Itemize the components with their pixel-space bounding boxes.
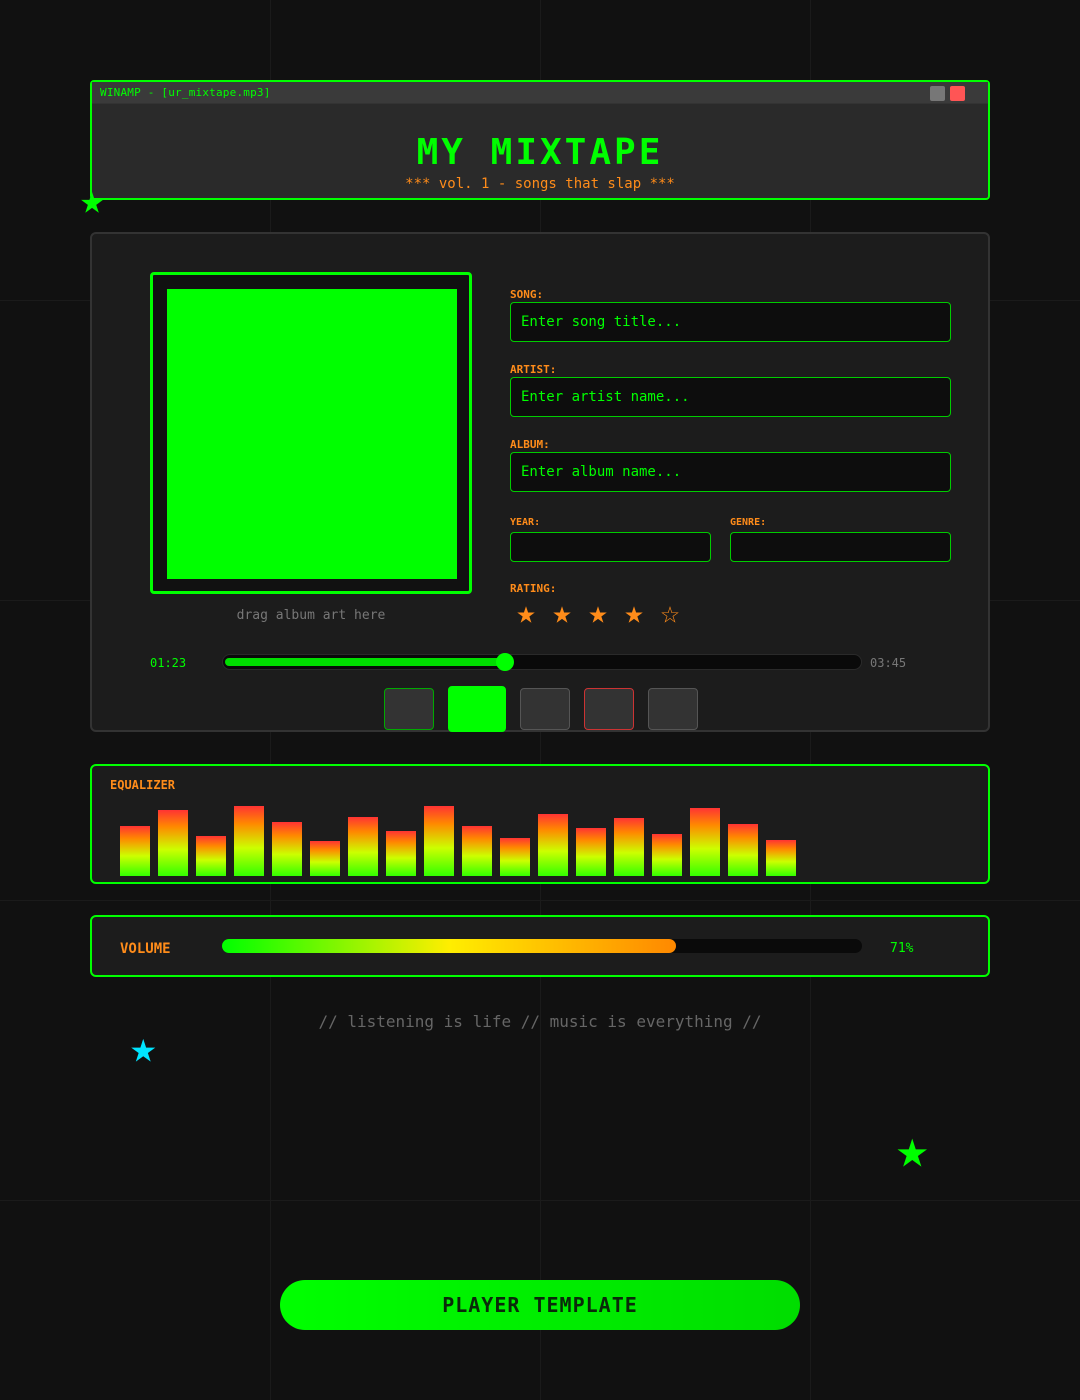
equalizer-bar [500,838,530,876]
progress-handle[interactable] [495,653,514,671]
volume-fill [222,939,677,953]
genre-label: GENRE: [730,517,767,528]
total-time: 03:45 [870,656,907,670]
equalizer-bar [272,822,302,876]
equalizer-bar [386,831,416,876]
player-template-button[interactable]: PLAYER TEMPLATE [280,1280,800,1330]
footer-quote: // listening is life // music is everyth… [318,1012,762,1031]
close-button[interactable] [950,86,965,101]
year-label: YEAR: [510,517,541,528]
volume-value: 71% [890,941,914,956]
equalizer-bar [614,818,644,876]
star-filled-icon[interactable]: ★ [582,596,614,628]
year-input[interactable] [510,532,711,562]
volume-slider[interactable] [222,939,862,953]
album-art-hint: drag album art here [236,608,386,623]
equalizer-bar [120,826,150,876]
prev-button[interactable] [384,688,434,730]
equalizer-bar [690,808,720,876]
equalizer-panel: EQUALIZER [90,764,990,884]
star-filled-icon[interactable]: ★ [546,596,578,628]
equalizer-bar [728,824,758,876]
window-title-bar[interactable]: WINAMP - [ur_mixtape.mp3] [92,82,988,104]
volume-label: VOLUME [120,941,171,957]
play-button[interactable] [448,686,506,732]
equalizer-bar [576,828,606,876]
title-window: WINAMP - [ur_mixtape.mp3] MY MIXTAPE ***… [90,80,990,200]
equalizer-bar [158,810,188,876]
page-subtitle: *** vol. 1 - songs that slap *** [405,176,675,192]
next-button[interactable] [648,688,698,730]
window-bar-title: WINAMP - [ur_mixtape.mp3] [100,86,271,99]
stop-button[interactable] [584,688,634,730]
album-art-dropzone[interactable] [150,272,472,594]
rating-stars[interactable]: ★ ★ ★ ★ ☆ [510,596,686,628]
star-empty-icon[interactable]: ☆ [654,596,686,628]
equalizer-bar [234,806,264,876]
equalizer-bar [196,836,226,876]
progress-track[interactable] [222,653,862,671]
page-title: MY MIXTAPE [416,132,664,173]
album-input[interactable] [510,452,951,492]
progress-fill [225,658,505,666]
star-icon: ★ [80,177,105,223]
song-label: SONG: [510,288,544,301]
album-art-placeholder [167,289,457,579]
minimize-button[interactable] [930,86,945,101]
equalizer-bar [424,806,454,876]
equalizer-bar [766,840,796,876]
current-time: 01:23 [150,656,187,670]
equalizer-bar [462,826,492,876]
grid-line [0,1200,1080,1201]
equalizer-bar [538,814,568,876]
album-label: ALBUM: [510,438,550,451]
equalizer-label: EQUALIZER [110,778,176,792]
artist-label: ARTIST: [510,363,557,376]
equalizer-bar [310,841,340,876]
genre-input[interactable] [730,532,951,562]
star-icon: ★ [896,1117,929,1180]
volume-panel: VOLUME 71% [90,915,990,977]
song-input[interactable] [510,302,951,342]
grid-line [0,900,1080,901]
player-panel: drag album art here SONG: ARTIST: ALBUM:… [90,232,990,732]
star-filled-icon[interactable]: ★ [510,596,542,628]
star-filled-icon[interactable]: ★ [618,596,650,628]
star-icon: ★ [130,1022,157,1073]
artist-input[interactable] [510,377,951,417]
equalizer-bar [652,834,682,876]
equalizer-bar [348,817,378,876]
pause-button[interactable] [520,688,570,730]
